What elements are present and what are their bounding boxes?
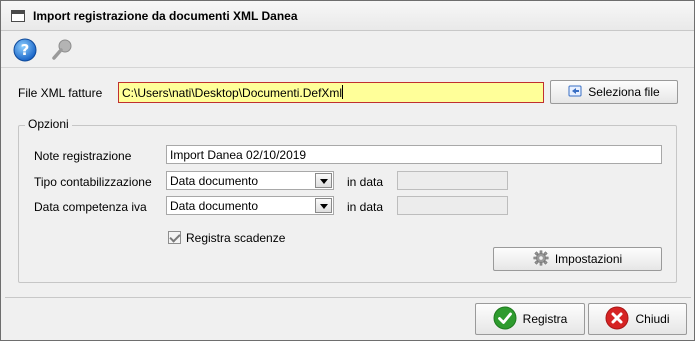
note-value: Import Danea 02/10/2019 bbox=[170, 148, 307, 162]
tipo-contabilizzazione-select[interactable]: Data documento bbox=[166, 171, 334, 190]
tipo-contabilizzazione-label: Tipo contabilizzazione bbox=[34, 175, 152, 189]
close-icon bbox=[605, 306, 629, 333]
competenza-in-data-label: in data bbox=[347, 200, 384, 214]
chiudi-button[interactable]: Chiudi bbox=[588, 303, 687, 335]
toolbar: ? bbox=[1, 32, 694, 68]
gear-icon bbox=[533, 250, 549, 269]
chevron-down-icon[interactable] bbox=[315, 173, 332, 188]
data-competenza-label: Data competenza iva bbox=[34, 200, 147, 214]
check-icon bbox=[493, 306, 517, 333]
import-dialog: Import registrazione da documenti XML Da… bbox=[0, 0, 695, 341]
file-xml-label: File XML fatture bbox=[18, 86, 103, 100]
registra-scadenze-label[interactable]: Registra scadenze bbox=[186, 231, 285, 245]
data-competenza-value: Data documento bbox=[170, 199, 259, 213]
options-group-title: Opzioni bbox=[25, 117, 72, 131]
svg-text:?: ? bbox=[21, 41, 30, 59]
key-icon[interactable] bbox=[50, 38, 74, 62]
note-label: Note registrazione bbox=[34, 149, 132, 163]
registra-label: Registra bbox=[522, 312, 568, 326]
file-xml-value: C:\Users\nati\Desktop\Documenti.DefXml bbox=[122, 86, 343, 100]
select-file-button[interactable]: Seleziona file bbox=[550, 80, 678, 104]
registra-scadenze-checkbox[interactable] bbox=[168, 231, 181, 244]
title-bar: Import registrazione da documenti XML Da… bbox=[1, 1, 694, 31]
text-caret bbox=[342, 85, 344, 99]
help-icon[interactable]: ? bbox=[13, 38, 37, 62]
file-xml-input[interactable]: C:\Users\nati\Desktop\Documenti.DefXml bbox=[118, 82, 544, 103]
footer-separator bbox=[5, 297, 691, 298]
select-file-icon bbox=[568, 84, 582, 101]
window-title: Import registrazione da documenti XML Da… bbox=[33, 9, 298, 23]
data-competenza-select[interactable]: Data documento bbox=[166, 196, 334, 215]
impostazioni-button[interactable]: Impostazioni bbox=[493, 247, 662, 271]
competenza-in-data-input bbox=[397, 196, 508, 215]
chiudi-label: Chiudi bbox=[635, 312, 670, 326]
tipo-in-data-input bbox=[397, 171, 508, 190]
select-file-label: Seleziona file bbox=[588, 85, 660, 99]
chevron-down-icon[interactable] bbox=[315, 198, 332, 213]
registra-button[interactable]: Registra bbox=[475, 303, 585, 335]
tipo-contabilizzazione-value: Data documento bbox=[170, 174, 259, 188]
tipo-in-data-label: in data bbox=[347, 175, 384, 189]
impostazioni-label: Impostazioni bbox=[554, 252, 623, 266]
window-icon bbox=[11, 10, 25, 22]
note-input[interactable]: Import Danea 02/10/2019 bbox=[166, 145, 662, 164]
